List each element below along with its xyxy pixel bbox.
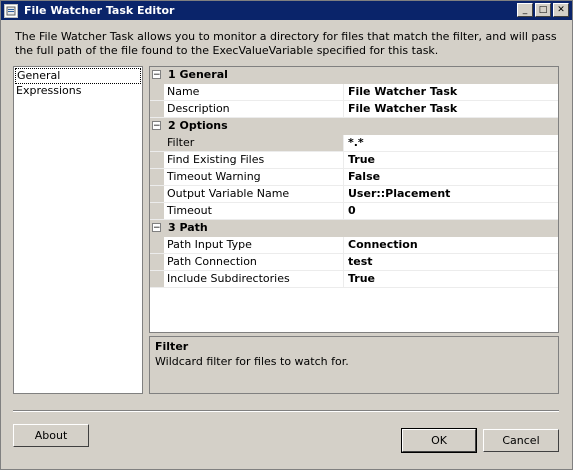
page-list: General Expressions — [13, 66, 143, 394]
page-item-expressions[interactable]: Expressions — [14, 84, 142, 98]
file-watcher-task-editor-window: File Watcher Task Editor _ □ ✕ The File … — [0, 0, 573, 470]
property-row[interactable]: Path Connection test — [150, 254, 558, 271]
property-row[interactable]: Find Existing Files True — [150, 152, 558, 169]
category-path[interactable]: − 3 Path — [150, 220, 558, 237]
title-bar[interactable]: File Watcher Task Editor _ □ ✕ — [1, 1, 572, 20]
category-label: 3 Path — [168, 221, 208, 234]
property-name: Name — [164, 84, 344, 100]
property-value[interactable]: User::Placement — [344, 186, 558, 202]
property-row[interactable]: Timeout Warning False — [150, 169, 558, 186]
collapse-icon[interactable]: − — [152, 70, 161, 80]
category-options[interactable]: − 2 Options — [150, 118, 558, 135]
property-row[interactable]: Filter *.* — [150, 135, 558, 152]
property-name: Include Subdirectories — [164, 271, 344, 287]
property-row[interactable]: Timeout 0 — [150, 203, 558, 220]
app-icon — [4, 3, 18, 18]
category-general[interactable]: − 1 General — [150, 67, 558, 84]
maximize-icon: □ — [538, 5, 548, 15]
minimize-icon: _ — [522, 5, 528, 15]
property-name: Filter — [164, 135, 344, 151]
collapse-icon[interactable]: − — [152, 223, 161, 233]
property-row[interactable]: Description File Watcher Task — [150, 101, 558, 118]
about-button[interactable]: About — [13, 424, 89, 447]
property-name: Timeout Warning — [164, 169, 344, 185]
property-value[interactable]: File Watcher Task — [344, 101, 558, 117]
property-value[interactable]: test — [344, 254, 558, 270]
category-label: 1 General — [168, 68, 228, 81]
divider — [13, 410, 559, 412]
property-value[interactable]: File Watcher Task — [344, 84, 558, 100]
property-name: Description — [164, 101, 344, 117]
close-icon: ✕ — [557, 5, 565, 15]
property-name: Path Connection — [164, 254, 344, 270]
property-value[interactable]: False — [344, 169, 558, 185]
help-text: Wildcard filter for files to watch for. — [155, 355, 349, 368]
property-name: Timeout — [164, 203, 344, 219]
cancel-button[interactable]: Cancel — [483, 429, 559, 452]
close-button[interactable]: ✕ — [553, 3, 569, 17]
property-help-panel: Filter Wildcard filter for files to watc… — [149, 336, 559, 394]
window-title: File Watcher Task Editor — [24, 4, 175, 17]
category-label: 2 Options — [168, 119, 228, 132]
property-grid: − 1 General Name File Watcher Task Descri… — [149, 66, 559, 333]
minimize-button[interactable]: _ — [517, 3, 533, 17]
property-value[interactable]: 0 — [344, 203, 558, 219]
property-row[interactable]: Path Input Type Connection — [150, 237, 558, 254]
property-name: Path Input Type — [164, 237, 344, 253]
collapse-icon[interactable]: − — [152, 121, 161, 131]
maximize-button[interactable]: □ — [535, 3, 551, 17]
property-value[interactable]: True — [344, 152, 558, 168]
page-item-general[interactable]: General — [15, 68, 141, 84]
ok-button[interactable]: OK — [401, 428, 477, 453]
property-row[interactable]: Output Variable Name User::Placement — [150, 186, 558, 203]
property-value[interactable]: *.* — [344, 135, 558, 151]
task-description: The File Watcher Task allows you to moni… — [15, 30, 557, 57]
property-name: Find Existing Files — [164, 152, 344, 168]
property-row[interactable]: Include Subdirectories True — [150, 271, 558, 288]
property-value[interactable]: True — [344, 271, 558, 287]
help-title: Filter — [155, 340, 189, 353]
property-value[interactable]: Connection — [344, 237, 558, 253]
property-row[interactable]: Name File Watcher Task — [150, 84, 558, 101]
property-name: Output Variable Name — [164, 186, 344, 202]
